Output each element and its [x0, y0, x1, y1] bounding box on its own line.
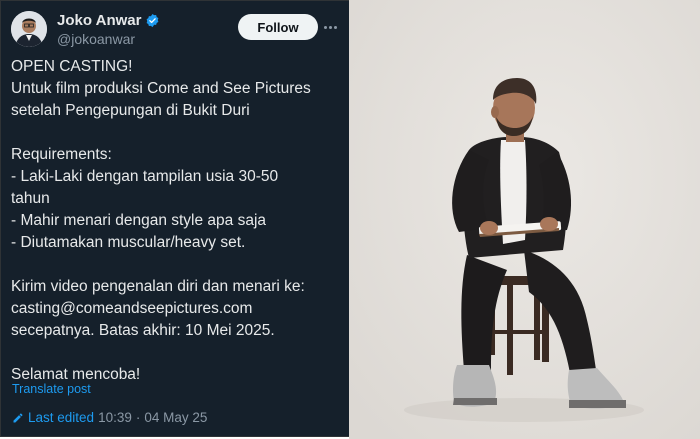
translate-post-link[interactable]: Translate post: [12, 382, 91, 396]
post-line: - Mahir menari dengan style apa saja: [11, 212, 267, 229]
post-line: [11, 122, 341, 144]
follow-button[interactable]: Follow: [238, 14, 318, 40]
author-name-row: Joko Anwar: [57, 12, 160, 29]
post-line: secepatnya. Batas akhir: 10 Mei 2025.: [11, 322, 275, 339]
last-edited-label: Last edited: [28, 410, 95, 425]
composite-image: Joko Anwar @jokoanwar Follow OPEN CASTIN…: [0, 0, 700, 439]
last-edited-row[interactable]: Last edited 10:39 · 04 May 25: [12, 410, 207, 425]
avatar-portrait: [11, 11, 47, 47]
post-line: tahun: [11, 190, 50, 207]
post-line: setelah Pengepungan di Bukit Duri: [11, 102, 250, 119]
author-avatar[interactable]: [11, 11, 47, 47]
post-line: Untuk film produksi Come and See Picture…: [11, 80, 311, 97]
pencil-icon: [13, 413, 23, 422]
author-name[interactable]: Joko Anwar: [57, 12, 141, 29]
post-line: [11, 254, 341, 276]
post-line: Requirements:: [11, 146, 112, 163]
post-line: casting@comeandseepictures.com: [11, 300, 253, 317]
author-handle[interactable]: @jokoanwar: [57, 31, 135, 47]
post-line: Kirim video pengenalan diri dan menari k…: [11, 278, 305, 295]
edited-time: 10:39: [98, 410, 132, 425]
casting-photo: [349, 0, 700, 439]
verified-badge-icon: [147, 13, 159, 28]
tweet-card: Joko Anwar @jokoanwar Follow OPEN CASTIN…: [0, 0, 349, 437]
edited-separator: ·: [135, 410, 141, 425]
post-line: [11, 342, 341, 364]
post-text: OPEN CASTING! Untuk film produksi Come a…: [11, 56, 341, 386]
post-line: OPEN CASTING!: [11, 58, 133, 75]
seated-man-illustration: [349, 0, 700, 439]
post-line: - Laki-Laki dengan tampilan usia 30-50: [11, 168, 279, 185]
post-line: - Diutamakan muscular/heavy set.: [11, 234, 246, 251]
more-options-icon[interactable]: [324, 19, 340, 35]
edited-date: 04 May 25: [144, 410, 208, 425]
